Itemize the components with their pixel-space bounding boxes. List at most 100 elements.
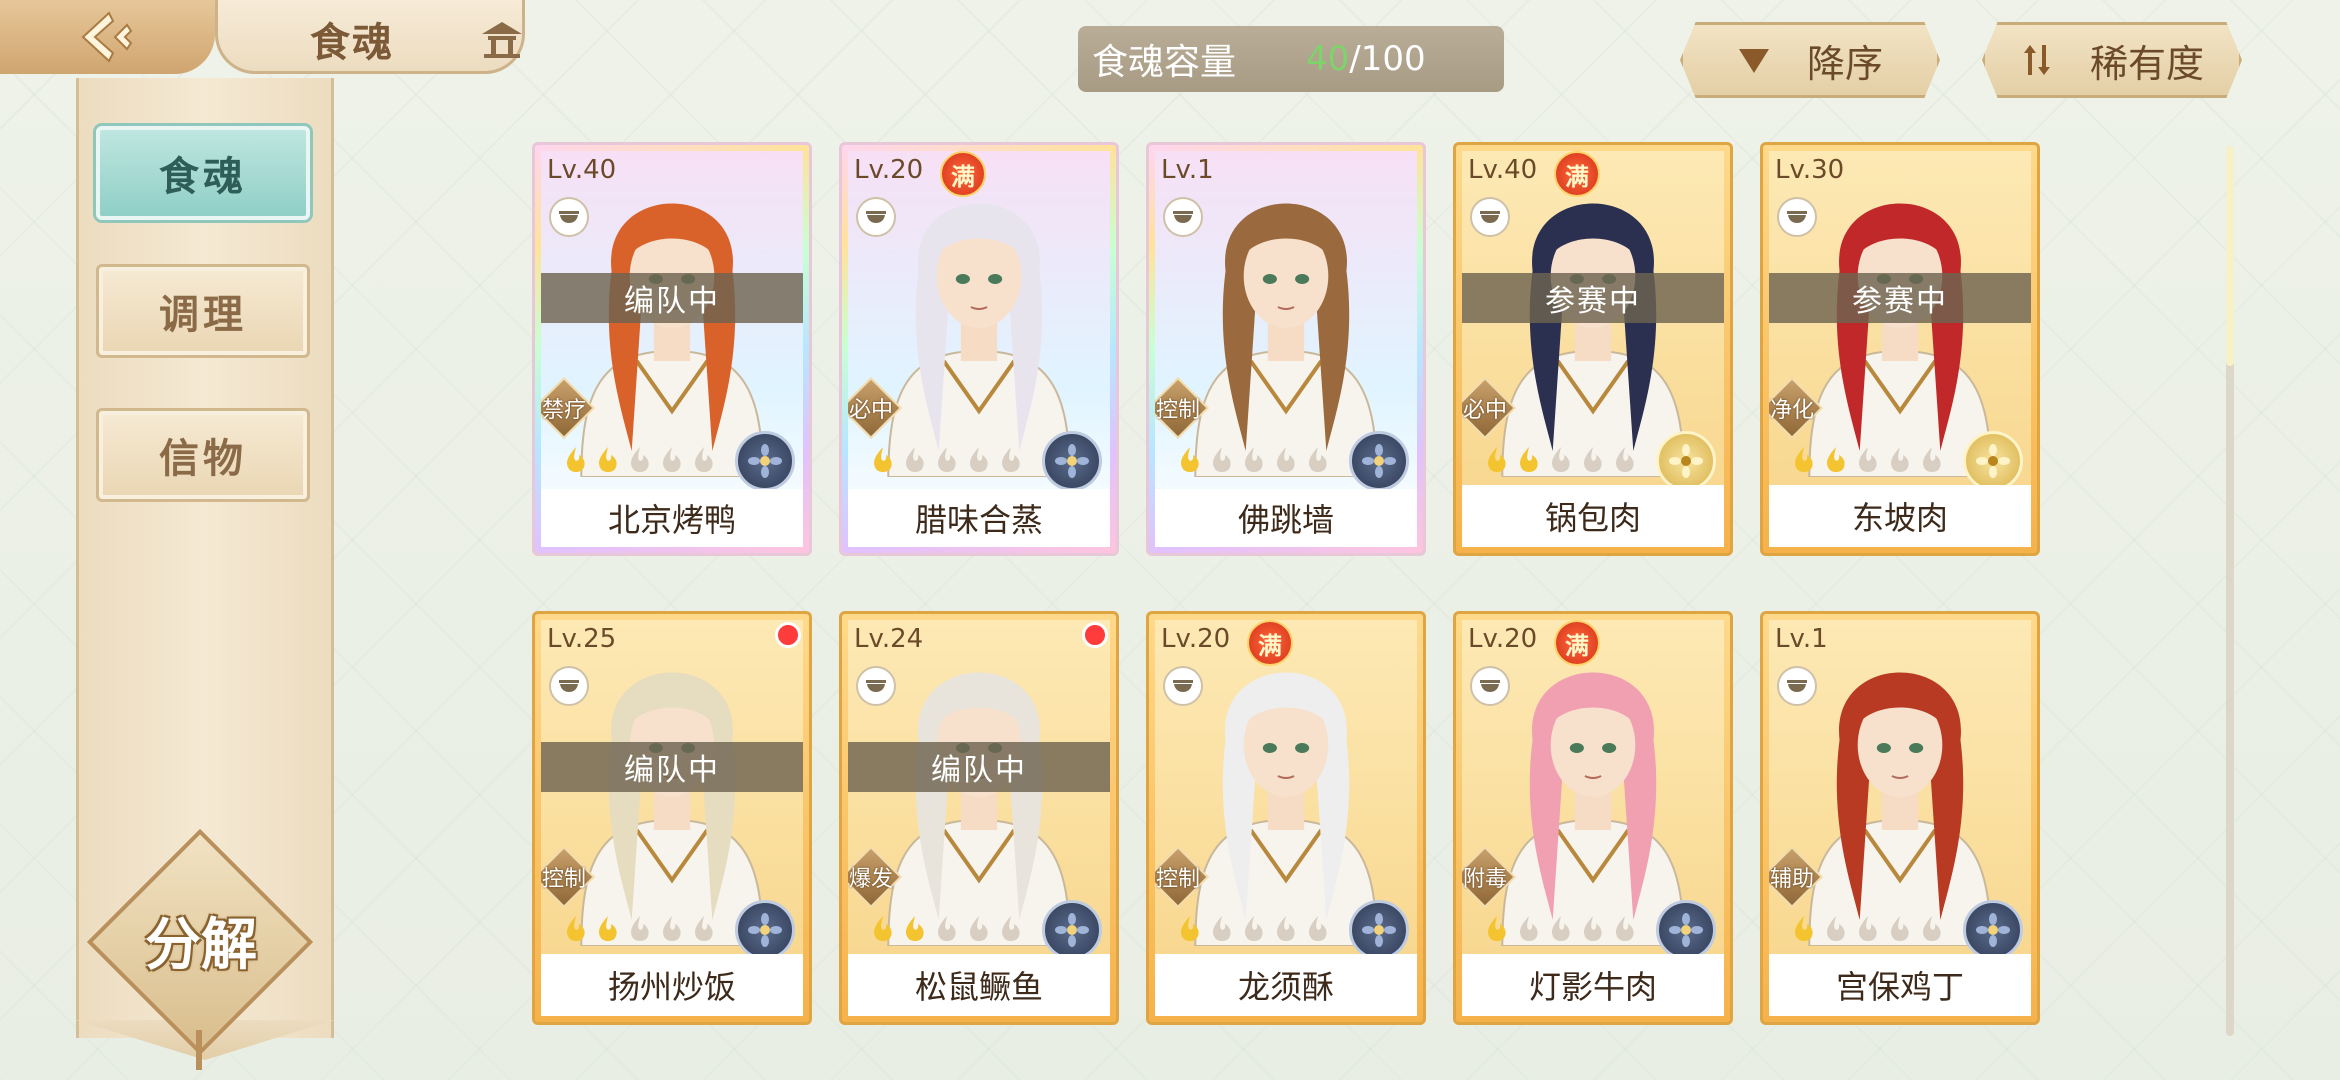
bowl-icon: [549, 666, 589, 706]
decompose-label[interactable]: 分解: [116, 900, 286, 981]
title-tab: 食魂: [215, 0, 525, 74]
element-emblem-icon: [735, 900, 795, 960]
status-banner: 参赛中: [1462, 273, 1724, 323]
flame-star-icon: [874, 447, 892, 472]
card-body: Lv.1 辅助 宫保鸡丁: [1769, 620, 2031, 1016]
sort-arrows-icon: [2020, 43, 2054, 77]
sidebar-item-food-soul[interactable]: 食魂: [96, 126, 310, 220]
scrollbar-thumb[interactable]: [2226, 146, 2234, 366]
food-soul-card[interactable]: Lv.1 辅助 宫保鸡丁: [1760, 611, 2040, 1025]
flame-star-icon: [1584, 916, 1602, 941]
status-banner: 编队中: [848, 742, 1110, 792]
flame-star-icon: [1891, 916, 1909, 941]
bowl-icon: [549, 197, 589, 237]
flame-star-icon: [906, 916, 924, 941]
page-title: 食魂: [310, 20, 394, 66]
level-label: Lv.24: [854, 624, 924, 654]
flame-star-icon: [1520, 916, 1538, 941]
flame-star-icon: [695, 916, 713, 941]
flame-star-icon: [1552, 916, 1570, 941]
level-label: Lv.20: [1468, 624, 1538, 654]
food-soul-card[interactable]: Lv.20 满 附毒 灯影牛肉: [1453, 611, 1733, 1025]
flame-star-icon: [663, 447, 681, 472]
flame-star-icon: [1245, 916, 1263, 941]
flame-star-icon: [599, 916, 617, 941]
sidebar-item-conditioning[interactable]: 调理: [96, 264, 310, 358]
flame-star-icon: [1213, 916, 1231, 941]
card-body: Lv.30 参赛中 净化 东坡肉: [1769, 151, 2031, 547]
notification-dot: [1082, 622, 1108, 648]
max-level-badge: 满: [1554, 620, 1600, 666]
role-tag: 必中: [848, 376, 903, 440]
star-rating: [1789, 914, 1947, 944]
card-name: 松鼠鳜鱼: [848, 954, 1110, 1016]
flame-star-icon: [1827, 447, 1845, 472]
food-soul-card[interactable]: Lv.20 满 必中 腊味合蒸: [839, 142, 1119, 556]
flame-star-icon: [1552, 447, 1570, 472]
card-body: Lv.40 编队中 禁疗 北京烤鸭: [541, 151, 803, 547]
card-name: 龙须酥: [1155, 954, 1417, 1016]
food-soul-card[interactable]: Lv.24 编队中 爆发 松鼠鳜鱼: [839, 611, 1119, 1025]
hall-icon[interactable]: [480, 20, 524, 58]
card-body: Lv.24 编队中 爆发 松鼠鳜鱼: [848, 620, 1110, 1016]
sort-rarity-label: 稀有度: [2089, 41, 2204, 86]
bowl-icon: [856, 666, 896, 706]
food-soul-card[interactable]: Lv.40 满 参赛中 必中 锅包肉: [1453, 142, 1733, 556]
sort-order-button[interactable]: 降序: [1680, 22, 1940, 98]
role-label: 控制: [1155, 398, 1200, 423]
role-label: 净化: [1769, 398, 1814, 423]
capacity-max: 100: [1360, 39, 1426, 79]
element-emblem-icon: [1349, 431, 1409, 491]
food-soul-card[interactable]: Lv.40 编队中 禁疗 北京烤鸭: [532, 142, 812, 556]
food-soul-card[interactable]: Lv.1 控制 佛跳墙: [1146, 142, 1426, 556]
sidebar-item-label: 食魂: [159, 154, 247, 200]
capacity-label: 食魂容量: [1092, 42, 1237, 83]
flame-star-icon: [1827, 916, 1845, 941]
star-rating: [1789, 445, 1947, 475]
element-emblem-icon: [1963, 900, 2023, 960]
flame-star-icon: [1859, 916, 1877, 941]
food-soul-card[interactable]: Lv.30 参赛中 净化 东坡肉: [1760, 142, 2040, 556]
status-banner: 编队中: [541, 742, 803, 792]
role-label: 必中: [1462, 398, 1507, 423]
level-label: Lv.20: [854, 155, 924, 185]
food-soul-card[interactable]: Lv.20 满 控制 龙须酥: [1146, 611, 1426, 1025]
top-bar: 食魂: [0, 0, 560, 78]
bowl-icon: [1163, 666, 1203, 706]
card-body: Lv.20 满 附毒 灯影牛肉: [1462, 620, 1724, 1016]
back-arrow-icon: [81, 11, 132, 63]
element-emblem-icon: [1042, 431, 1102, 491]
star-rating: [1175, 445, 1333, 475]
max-level-badge: 满: [1247, 620, 1293, 666]
level-label: Lv.1: [1775, 624, 1828, 654]
triangle-down-icon: [1737, 45, 1771, 75]
status-banner: 参赛中: [1769, 273, 2031, 323]
card-name: 佛跳墙: [1155, 489, 1417, 547]
flame-star-icon: [1181, 916, 1199, 941]
card-name: 锅包肉: [1462, 485, 1724, 547]
star-rating: [1482, 914, 1640, 944]
role-label: 爆发: [848, 867, 893, 892]
flame-star-icon: [1616, 916, 1634, 941]
role-label: 必中: [848, 398, 893, 423]
role-tag: 控制: [1155, 376, 1210, 440]
star-rating: [561, 914, 719, 944]
flame-star-icon: [1277, 916, 1295, 941]
element-emblem-icon: [1349, 900, 1409, 960]
sidebar-item-token[interactable]: 信物: [96, 408, 310, 502]
flame-star-icon: [970, 447, 988, 472]
back-button[interactable]: [0, 0, 215, 74]
food-soul-card[interactable]: Lv.25 编队中 控制 扬州炒饭: [532, 611, 812, 1025]
card-name: 北京烤鸭: [541, 489, 803, 547]
role-tag: 控制: [1155, 845, 1210, 909]
sidebar-item-label: 调理: [159, 292, 247, 338]
max-level-badge: 满: [940, 151, 986, 197]
card-name: 东坡肉: [1769, 485, 2031, 547]
flame-star-icon: [1213, 447, 1231, 472]
sort-rarity-button[interactable]: 稀有度: [1982, 22, 2242, 98]
flame-star-icon: [970, 916, 988, 941]
star-rating: [561, 445, 719, 475]
card-name: 灯影牛肉: [1462, 954, 1724, 1016]
capacity-display: 食魂容量 40 / 100: [1078, 26, 1504, 92]
flame-star-icon: [1795, 447, 1813, 472]
